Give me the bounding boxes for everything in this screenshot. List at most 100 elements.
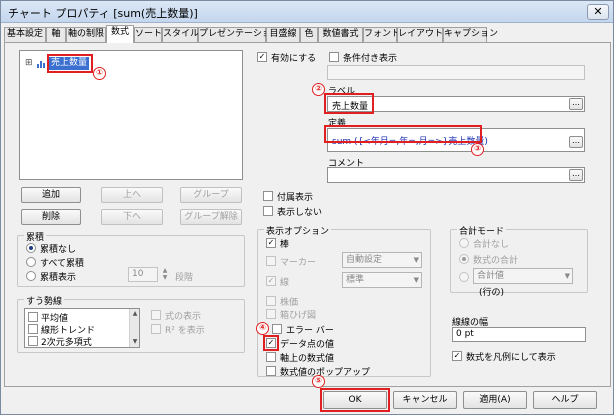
- accum-none-label: 累積なし: [40, 245, 77, 255]
- help-button[interactable]: ヘルプ: [533, 391, 597, 409]
- attr-expr-check[interactable]: [263, 191, 273, 201]
- tab-presentation[interactable]: プレゼンテーション: [198, 27, 280, 42]
- line-dropdown[interactable]: 標準 ▼: [342, 272, 422, 288]
- trend-poly2-check[interactable]: [28, 336, 38, 346]
- text-on-axis-check[interactable]: [266, 352, 276, 362]
- group-button[interactable]: グループ: [180, 187, 242, 203]
- accum-all-radio[interactable]: [26, 257, 36, 267]
- bar-chart-icon: [37, 60, 47, 68]
- delete-button[interactable]: 削除: [21, 209, 81, 225]
- display-options-group: 表示オプション ✓ 棒 マーカー 自動設定 ▼ ✓ 線 標準 ▼ 株価 箱ひげ図 ④…: [256, 224, 431, 378]
- marker-dropdown[interactable]: 自動設定 ▼: [342, 252, 422, 268]
- enable-label: 有効にする: [271, 54, 317, 64]
- show-formula-check[interactable]: [151, 310, 161, 320]
- enable-check[interactable]: ✓: [257, 52, 267, 62]
- tab-basic[interactable]: 基本設定: [4, 27, 46, 42]
- callout-3: ③: [471, 143, 484, 156]
- cancel-button[interactable]: キャンセル: [393, 391, 457, 409]
- trendlines-title: すう勢線: [24, 294, 65, 307]
- line-check[interactable]: ✓: [266, 276, 276, 286]
- tab-caption[interactable]: キャプション: [443, 27, 498, 42]
- expressions-panel: ⊞ 売上数量 ① 追加 上へ グループ 削除 下へ グループ解除 累積 累積なし…: [4, 42, 611, 387]
- up-button[interactable]: 上へ: [101, 187, 163, 203]
- apply-button[interactable]: 適用(A): [463, 391, 527, 409]
- total-rows-label: (行の): [479, 288, 505, 298]
- tab-axis-limit[interactable]: 軸の制限: [66, 27, 106, 42]
- stem-check[interactable]: [266, 296, 276, 306]
- add-button[interactable]: 追加: [21, 187, 81, 203]
- total-mode-title: 合計モード: [457, 224, 507, 237]
- tab-axis[interactable]: 軸: [46, 27, 66, 42]
- total-select-value: 合計値: [477, 271, 505, 281]
- show-formula-label: 式の表示: [165, 312, 202, 322]
- accum-steps-spinner[interactable]: 10: [128, 267, 158, 282]
- show-in-legend-label: 数式を凡例にして表示: [466, 353, 556, 363]
- callout-box-5: [320, 388, 390, 412]
- trendlines-group: すう勢線 平均値 線形トレンド 2次元多項式 ▲ ▼ 式の表示 R² を表示: [17, 294, 245, 353]
- show-r2-check[interactable]: [151, 324, 161, 334]
- expressions-list[interactable]: ⊞ 売上数量 ①: [19, 50, 243, 180]
- error-bar-check[interactable]: [272, 324, 282, 334]
- bar-check[interactable]: ✓: [266, 238, 276, 248]
- trendlines-scrollbar[interactable]: ▲ ▼: [129, 309, 139, 347]
- callout-box-1: [47, 54, 93, 73]
- show-r2-label: R² を表示: [165, 326, 205, 336]
- display-options-title: 表示オプション: [264, 224, 332, 237]
- total-select-dropdown[interactable]: 合計値 ▼: [473, 268, 573, 284]
- spinner-arrows-icon[interactable]: ▲ ▼: [160, 267, 170, 282]
- total-sum-radio[interactable]: [459, 254, 469, 264]
- show-in-legend-check[interactable]: ✓: [452, 351, 462, 361]
- tab-layout[interactable]: レイアウト: [397, 27, 443, 42]
- callout-box-3: [324, 125, 482, 143]
- total-select-radio[interactable]: [459, 272, 469, 282]
- line-label: 線: [280, 278, 290, 288]
- total-sum-label: 数式の合計: [473, 256, 519, 266]
- ungroup-button[interactable]: グループ解除: [180, 209, 242, 225]
- stem-label: 株価: [280, 298, 299, 308]
- accum-none-radio[interactable]: [26, 243, 36, 253]
- tab-color[interactable]: 色: [300, 27, 318, 42]
- down-button[interactable]: 下へ: [101, 209, 163, 225]
- hide-check[interactable]: [263, 206, 273, 216]
- definition-edit-icon[interactable]: …: [569, 136, 583, 148]
- accum-display-radio[interactable]: [26, 271, 36, 281]
- callout-1: ①: [93, 67, 106, 80]
- tab-gridlines[interactable]: 目盛線: [266, 27, 300, 42]
- tab-style[interactable]: スタイル: [162, 27, 199, 42]
- tab-sort[interactable]: ソート: [134, 27, 162, 42]
- accum-steps-label: 段階: [175, 273, 194, 283]
- chevron-down-icon: ▼: [413, 256, 419, 264]
- comment-field[interactable]: [327, 167, 585, 183]
- accum-all-label: すべて累積: [40, 259, 85, 269]
- tab-number-format[interactable]: 数値書式: [318, 27, 363, 42]
- tab-expressions[interactable]: 数式: [106, 25, 134, 43]
- box-plot-check[interactable]: [266, 309, 276, 319]
- callout-box-2: [324, 93, 374, 114]
- text-on-axis-label: 軸上の数式値: [280, 354, 335, 364]
- condition-field[interactable]: [327, 65, 585, 80]
- chevron-down-icon: ▼: [564, 272, 570, 280]
- conditional-check[interactable]: [329, 52, 339, 62]
- popup-label: 数式値のポップアップ: [280, 368, 371, 378]
- hide-label: 表示しない: [277, 208, 323, 218]
- callout-4: ④: [256, 322, 269, 335]
- total-none-radio[interactable]: [459, 238, 469, 248]
- trend-linear-check[interactable]: [28, 324, 38, 334]
- stroke-width-field[interactable]: 0 pt: [452, 327, 586, 342]
- comment-edit-icon[interactable]: …: [569, 169, 583, 181]
- scroll-down-icon[interactable]: ▼: [131, 338, 139, 346]
- label-edit-icon[interactable]: …: [569, 98, 583, 110]
- trend-average-check[interactable]: [28, 312, 38, 322]
- popup-check[interactable]: [266, 366, 276, 376]
- expand-icon[interactable]: ⊞: [25, 58, 33, 68]
- window-title: チャート プロパティ [sum(売上数量)]: [8, 7, 198, 20]
- tab-font[interactable]: フォント: [363, 27, 400, 42]
- stroke-width-value: 0 pt: [456, 329, 474, 339]
- accumulation-group: 累積 累積なし すべて累積 累積表示 10 ▲ ▼ 段階: [17, 230, 245, 287]
- total-none-label: 合計なし: [473, 240, 510, 250]
- trendlines-list[interactable]: 平均値 線形トレンド 2次元多項式 ▲ ▼: [24, 308, 140, 348]
- close-icon[interactable]: ✕: [587, 4, 609, 20]
- scroll-up-icon[interactable]: ▲: [131, 310, 139, 318]
- marker-check[interactable]: [266, 256, 276, 266]
- marker-dropdown-value: 自動設定: [346, 255, 383, 265]
